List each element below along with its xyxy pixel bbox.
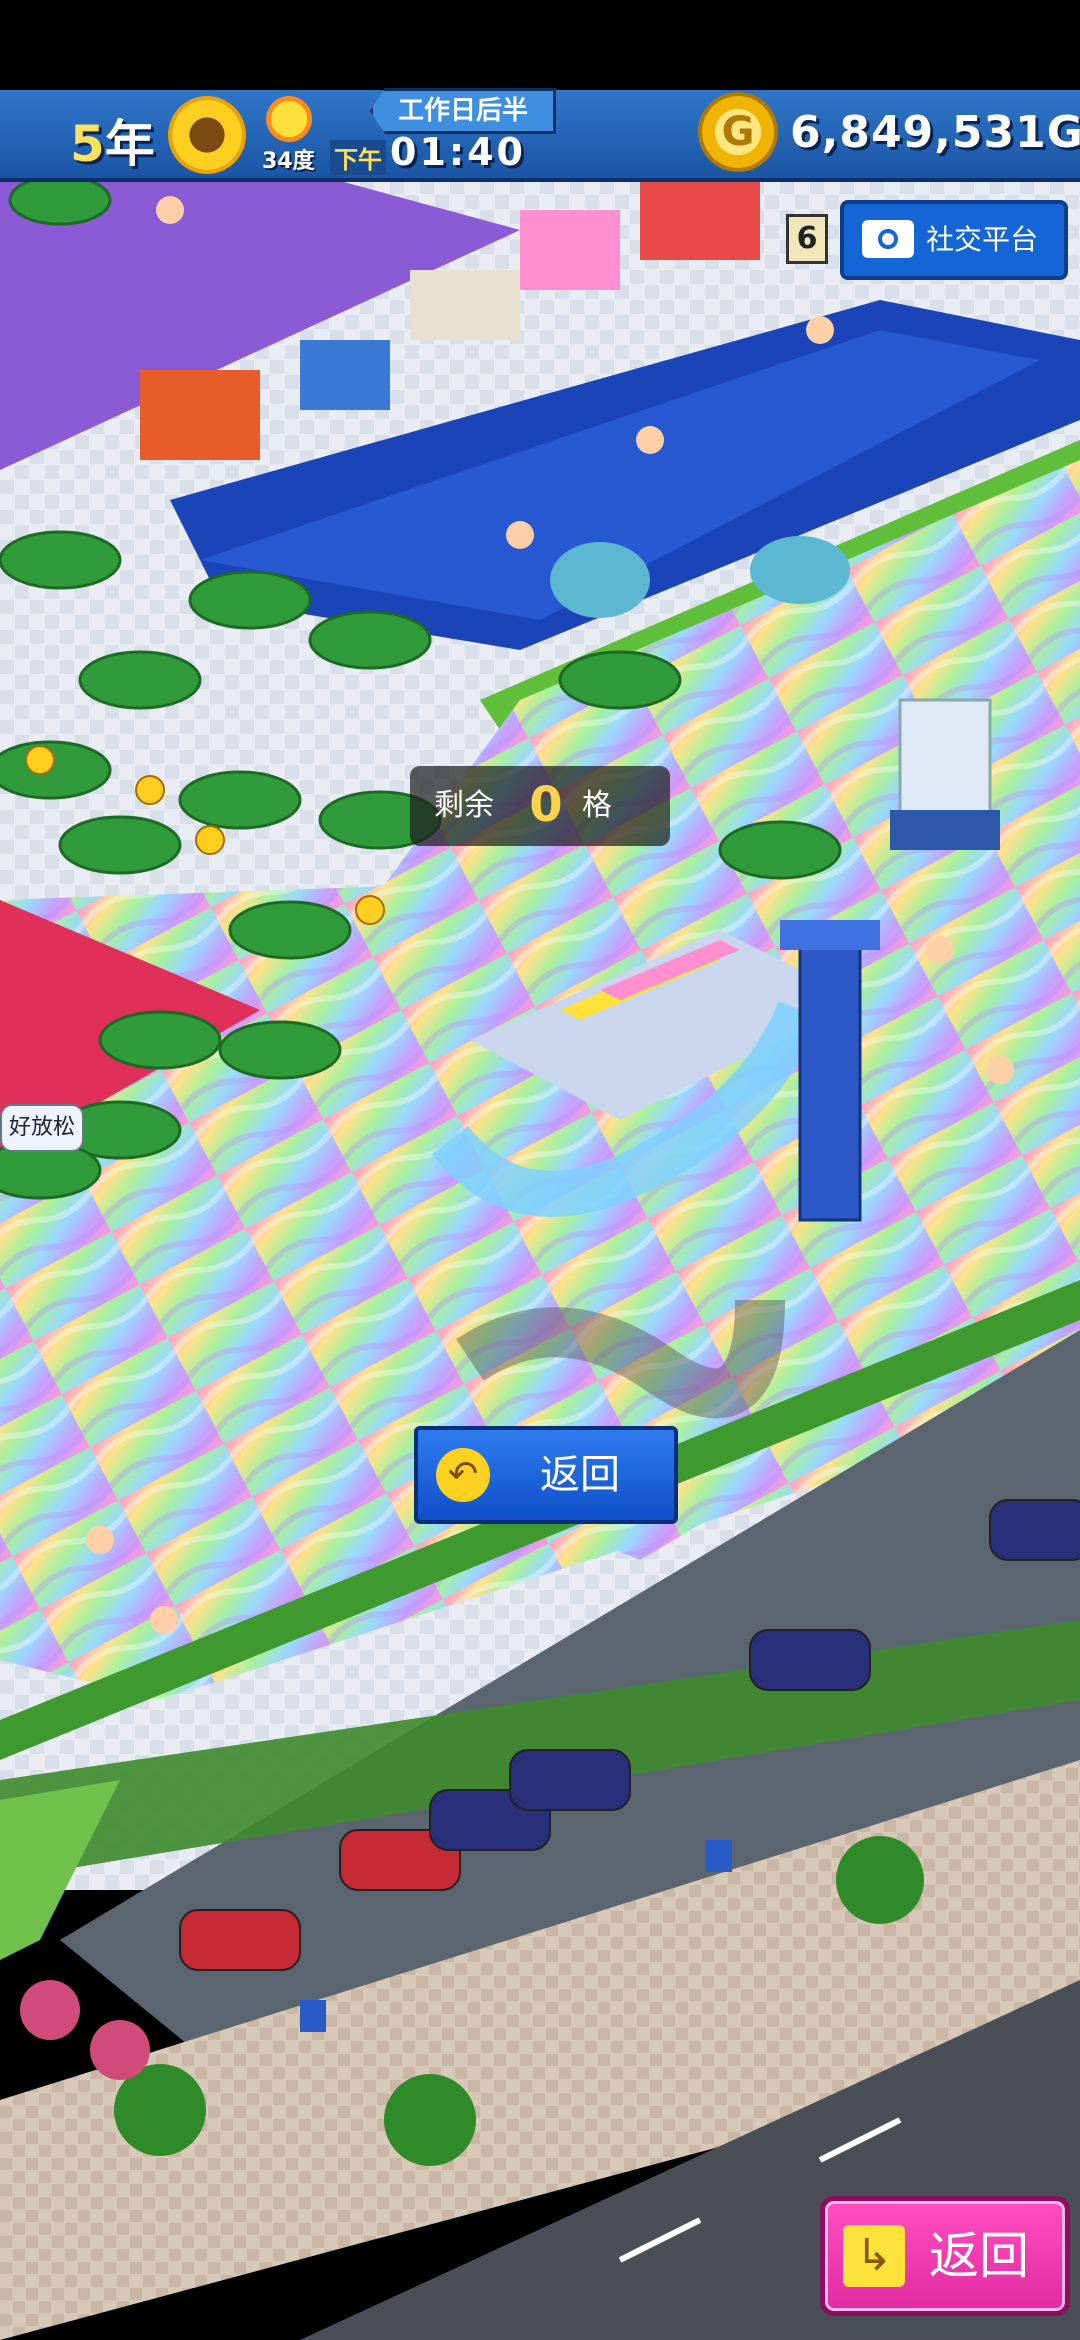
weather-sun-icon [266, 96, 312, 142]
remaining-tiles-indicator: 剩余 0 格 [410, 766, 670, 846]
back-label: 返回 [540, 1452, 620, 1498]
back-arrow-icon: ↳ [843, 2225, 905, 2287]
back-label: 返回 [929, 2227, 1029, 2285]
camera-icon [862, 220, 914, 258]
day-phase-label: 工作日后半 [370, 88, 556, 134]
park-scene [0, 0, 1080, 2340]
notification-badge[interactable]: 6 [786, 214, 828, 264]
money-counter: 6,849,531G [790, 107, 1080, 158]
social-platform-label: 社交平台 [926, 223, 1039, 256]
back-button-center[interactable]: ↶ 返回 [414, 1426, 678, 1524]
year-number: 5 [70, 115, 105, 173]
ampm-label: 下午 [330, 140, 386, 175]
remaining-suffix: 格 [582, 788, 612, 823]
season-sunflower-icon [172, 100, 242, 170]
temperature: 34度 [262, 149, 315, 174]
year-unit: 年 [104, 115, 155, 173]
social-platform-button[interactable]: 社交平台 [840, 200, 1068, 280]
visitor-speech-bubble: 好放松 [0, 1104, 84, 1152]
remaining-count: 0 [529, 777, 563, 833]
gold-coin-icon: G [702, 96, 774, 168]
back-arrow-icon: ↶ [436, 1448, 490, 1502]
remaining-prefix: 剩余 [434, 788, 494, 823]
year-display: 5年 [70, 104, 155, 176]
back-button-corner[interactable]: ↳ 返回 [820, 2196, 1070, 2316]
game-clock: 01:40 [390, 130, 526, 174]
